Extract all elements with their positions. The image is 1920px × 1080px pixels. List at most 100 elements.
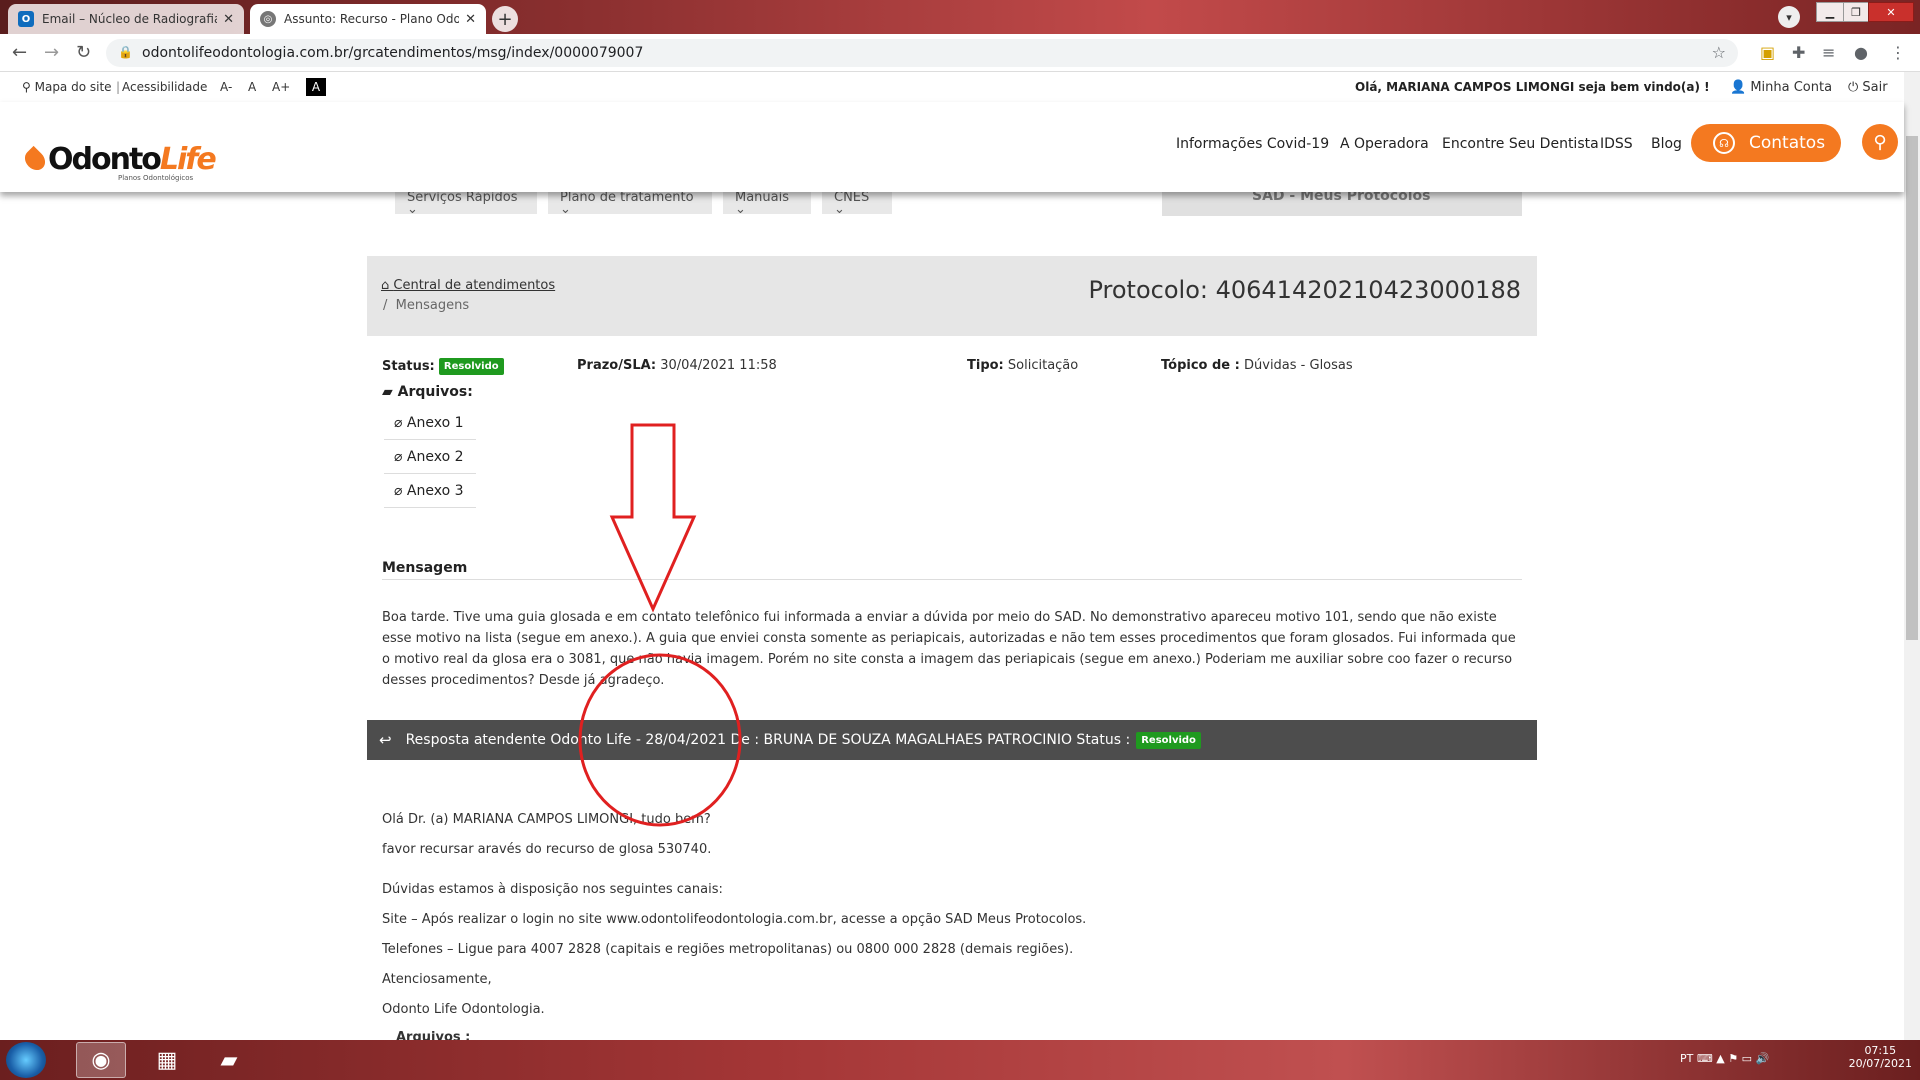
outlook-icon: O	[18, 11, 34, 27]
attachment-label: Anexo 3	[406, 483, 464, 499]
attachment-link[interactable]: ⌀ Anexo 2	[384, 441, 476, 474]
font-larger-button[interactable]: A+	[272, 80, 290, 94]
topico-label: Tópico de :	[1161, 358, 1240, 373]
back-icon[interactable]: ←	[12, 42, 27, 63]
maximize-button[interactable]: ❐	[1843, 2, 1869, 22]
search-button[interactable]: ⚲	[1862, 124, 1898, 160]
nav-operadora[interactable]: A Operadora	[1340, 136, 1429, 152]
close-icon[interactable]: ✕	[223, 12, 234, 27]
font-normal-button[interactable]: A	[248, 80, 256, 94]
new-tab-button[interactable]: +	[492, 6, 518, 32]
close-icon[interactable]: ✕	[465, 12, 476, 27]
attachment-label: Anexo 1	[406, 415, 464, 431]
windows-taskbar: ◉ ▦ ▰ PT ⌨ ▲ ⚑ ▭ 🔊 07:15 20/07/2021	[0, 1040, 1920, 1080]
folder-icon: ▰	[382, 384, 398, 400]
calculator-icon[interactable]: ▦	[142, 1042, 192, 1078]
response-status-badge: Resolvido	[1136, 731, 1201, 749]
sub-navigation: Serviços Rápidos ⌄ Plano de tratamento ⌄…	[0, 192, 1904, 218]
paperclip-icon: ⌀	[394, 483, 407, 499]
reply-icon: ↩	[379, 731, 392, 749]
folder-icon[interactable]: ▰	[204, 1042, 254, 1078]
puzzle-icon[interactable]: ✚	[1792, 43, 1805, 62]
response-line: Olá Dr. (a) MARIANA CAMPOS LIMONGI, tudo…	[382, 812, 711, 827]
files-heading: ▰ Arquivos:	[382, 384, 473, 400]
response-header-bar[interactable]: ↩ Resposta atendente Odonto Life - 28/04…	[367, 720, 1537, 760]
tipo-value: Solicitação	[1007, 358, 1079, 373]
minimize-button[interactable]: ▁	[1816, 2, 1844, 22]
nav-blog[interactable]: Blog	[1651, 136, 1682, 152]
contrast-button[interactable]: A	[306, 78, 326, 96]
network-icon[interactable]: ▭	[1742, 1052, 1756, 1065]
globe-icon: ◎	[260, 11, 276, 27]
clock-date: 20/07/2021	[1848, 1057, 1912, 1070]
account-link[interactable]: 👤 Minha Conta	[1730, 80, 1832, 95]
protocol-number: Protocolo: 40641420210423000188	[1088, 276, 1521, 304]
subnav-cnes[interactable]: CNES ⌄	[822, 192, 892, 214]
reload-icon[interactable]: ↻	[76, 42, 91, 63]
subnav-servicos[interactable]: Serviços Rápidos ⌄	[395, 192, 537, 214]
font-smaller-button[interactable]: A-	[220, 80, 232, 94]
tab-search-icon[interactable]: ▾	[1778, 6, 1800, 28]
tab-title: Email – Núcleo de Radiografias V	[42, 12, 217, 26]
response-line: Site – Após realizar o login no site www…	[382, 912, 1087, 927]
start-button[interactable]	[6, 1042, 46, 1078]
subnav-manuais[interactable]: Manuais ⌄	[723, 192, 811, 214]
forward-icon[interactable]: →	[44, 42, 59, 63]
user-icon: 👤	[1730, 80, 1751, 95]
map-pin-icon: ⚲	[22, 80, 35, 94]
home-icon: ⌂	[381, 278, 394, 293]
breadcrumb-current-label: Mensagens	[395, 298, 470, 313]
subnav-plano[interactable]: Plano de tratamento ⌄	[548, 192, 712, 214]
paperclip-icon: ⌀	[394, 415, 407, 431]
browser-tab-strip: O Email – Núcleo de Radiografias V ✕ ◎ A…	[0, 0, 1920, 34]
attachment-link[interactable]: ⌀ Anexo 1	[384, 407, 476, 440]
subnav-label: Manuais	[735, 192, 790, 205]
tray-arrow-icon[interactable]: ▲	[1716, 1052, 1728, 1065]
sad-label: SAD - Meus Protocolos	[1252, 192, 1431, 204]
tab-title: Assunto: Recurso - Plano Odonto	[284, 12, 460, 26]
language-indicator[interactable]: PT	[1680, 1052, 1693, 1065]
nav-idss[interactable]: IDSS	[1600, 136, 1633, 152]
volume-icon[interactable]: 🔊	[1755, 1052, 1769, 1065]
logo-subtitle: Planos Odontológicos	[118, 174, 194, 182]
attachment-link[interactable]: ⌀ Anexo 3	[384, 475, 476, 508]
status-label: Status:	[382, 359, 435, 374]
response-line: Telefones – Ligue para 4007 2828 (capita…	[382, 942, 1074, 957]
subnav-label: Plano de tratamento	[560, 192, 694, 205]
message-heading: Mensagem	[382, 560, 1522, 580]
breadcrumb-home[interactable]: ⌂ Central de atendimentos	[381, 278, 555, 293]
annotation-arrow	[609, 423, 697, 613]
odontolife-logo[interactable]: OdontoLife Planos Odontológicos	[20, 142, 217, 182]
logout-link[interactable]: ⏻ Sair	[1848, 80, 1888, 95]
chrome-taskbar-icon[interactable]: ◉	[76, 1042, 126, 1078]
nav-dentista[interactable]: Encontre Seu Dentista	[1442, 136, 1599, 152]
nav-covid[interactable]: Informações Covid-19	[1176, 136, 1329, 152]
prazo-label: Prazo/SLA:	[577, 358, 657, 373]
accessibility-label: Acessibilidade	[122, 80, 208, 94]
keyboard-icon[interactable]: ⌨	[1697, 1052, 1716, 1065]
welcome-text: Olá, MARIANA CAMPOS LIMONGI seja bem vin…	[1355, 80, 1710, 94]
tab-email[interactable]: O Email – Núcleo de Radiografias V ✕	[8, 4, 244, 34]
menu-icon[interactable]: ⋮	[1890, 43, 1906, 62]
tab-recurso[interactable]: ◎ Assunto: Recurso - Plano Odonto ✕	[250, 4, 486, 34]
close-window-button[interactable]: ✕	[1868, 2, 1914, 22]
response-line: Atenciosamente,	[382, 972, 492, 987]
contatos-button[interactable]: ☊ Contatos	[1691, 124, 1841, 162]
bookmark-star-icon[interactable]: ☆	[1712, 43, 1726, 62]
url-field[interactable]: 🔒 odontolifeodontologia.com.br/grcatendi…	[106, 39, 1738, 67]
search-icon: ⚲	[1873, 131, 1887, 153]
logo-mark-icon	[20, 145, 50, 175]
topico-field: Tópico de : Dúvidas - Glosas	[1161, 358, 1353, 373]
profile-icon[interactable]: ●	[1854, 43, 1868, 62]
flag-icon[interactable]: ⚑	[1728, 1052, 1741, 1065]
headset-icon: ☊	[1713, 132, 1735, 154]
message-body: Boa tarde. Tive uma guia glosada e em co…	[382, 610, 1516, 688]
logout-label: Sair	[1862, 80, 1888, 95]
scrollbar-thumb[interactable]	[1906, 136, 1918, 640]
response-line: Dúvidas estamos à disposição nos seguint…	[382, 882, 723, 897]
extension-icon[interactable]: ▣	[1760, 43, 1775, 62]
media-icon[interactable]: ≡	[1822, 43, 1835, 62]
clock[interactable]: 07:15 20/07/2021	[1849, 1044, 1912, 1070]
sad-protocols-link[interactable]: SAD - Meus Protocolos	[1162, 192, 1522, 216]
sitemap-link[interactable]: ⚲ Mapa do site	[22, 80, 112, 94]
